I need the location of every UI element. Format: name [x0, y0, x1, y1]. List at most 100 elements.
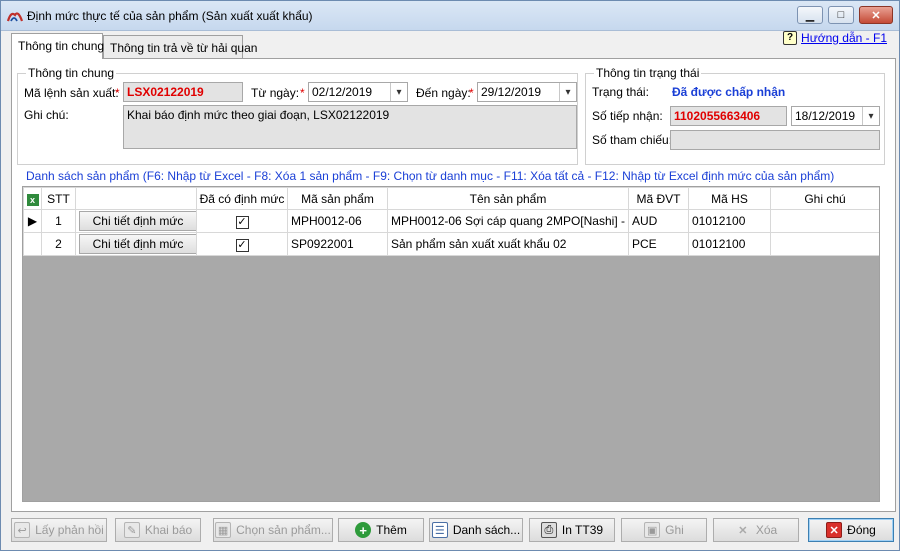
column-header-hs-code[interactable]: Mã HS: [688, 187, 771, 210]
production-order-label: Mã lệnh sản xuất:: [24, 86, 119, 100]
product-name-cell[interactable]: MPH0012-06 Sợi cáp quang 2MPO[Nashi] - […: [387, 209, 629, 233]
title-bar: Định mức thực tế của sản phẩm (Sản xuất …: [1, 1, 899, 31]
reference-field[interactable]: [670, 130, 880, 150]
button-label: Đóng: [847, 523, 876, 537]
button-label: Khai báo: [144, 523, 193, 537]
column-header-stt[interactable]: STT: [41, 187, 76, 210]
get-feedback-button[interactable]: ↩ Lấy phản hồi: [11, 518, 107, 542]
required-marker: *: [469, 86, 474, 100]
select-product-button[interactable]: ▦ Chọn sản phẩm...: [213, 518, 333, 542]
norm-detail-button[interactable]: Chi tiết định mức: [79, 234, 196, 254]
close-button[interactable]: ✕ Đóng: [808, 518, 894, 542]
tab-general-info[interactable]: Thông tin chung: [11, 33, 105, 59]
list-button[interactable]: ☰ Danh sách...: [429, 518, 523, 542]
table-row[interactable]: 2 Chi tiết định mức ✓ SP0922001 Sản phẩm…: [23, 232, 879, 256]
delete-button[interactable]: ✕ Xóa: [713, 518, 799, 542]
main-window: Định mức thực tế của sản phẩm (Sản xuất …: [0, 0, 900, 551]
from-date-value: 02/12/2019: [312, 85, 373, 99]
receipt-no-field[interactable]: 1102055663406: [670, 106, 787, 126]
has-norm-checkbox[interactable]: ✓: [235, 215, 249, 229]
feedback-icon: ↩: [14, 522, 31, 538]
note-cell[interactable]: [770, 209, 879, 233]
select-product-icon: ▦: [215, 522, 232, 538]
maximize-icon: □: [837, 9, 845, 21]
close-icon: ✕: [871, 9, 881, 22]
receipt-no-label: Số tiếp nhận:: [592, 109, 663, 123]
column-header-product-code[interactable]: Mã sản phẩm: [287, 187, 388, 210]
column-header-detail[interactable]: [75, 187, 197, 210]
help-link[interactable]: Hướng dẫn - F1: [801, 31, 887, 45]
state-value: Đã được chấp nhận: [672, 85, 786, 99]
button-label: Ghi: [665, 523, 684, 537]
unit-cell[interactable]: PCE: [628, 232, 689, 256]
note-cell[interactable]: [770, 232, 879, 256]
hs-code-cell[interactable]: 01012100: [688, 209, 771, 233]
chevron-down-icon[interactable]: ▾: [862, 107, 879, 125]
has-norm-cell: ✓: [196, 232, 288, 256]
production-order-field[interactable]: LSX02122019: [123, 82, 243, 102]
print-icon: ⎙: [540, 522, 557, 538]
button-label: Lấy phản hồi: [35, 523, 104, 537]
product-code-cell[interactable]: MPH0012-06: [287, 209, 388, 233]
button-bar: ↩ Lấy phản hồi ✎ Khai báo ▦ Chọn sản phẩ…: [1, 515, 899, 551]
has-norm-checkbox[interactable]: ✓: [235, 238, 249, 252]
required-marker: *: [115, 86, 120, 100]
tab-label: Thông tin trả về từ hải quan: [110, 41, 258, 55]
excel-export-icon[interactable]: x: [23, 187, 42, 210]
product-code-cell[interactable]: SP0922001: [287, 232, 388, 256]
tab-panel-general: Thông tin chung Mã lệnh sản xuất: * LSX0…: [11, 58, 896, 512]
tab-customs-response[interactable]: Thông tin trả về từ hải quan: [103, 35, 257, 59]
list-icon: ☰: [431, 522, 448, 538]
to-date-value: 29/12/2019: [481, 85, 542, 99]
to-date-label: Đến ngày:: [416, 86, 471, 100]
hs-code-cell[interactable]: 01012100: [688, 232, 771, 256]
help-icon: ?: [783, 31, 798, 45]
column-header-has-norm[interactable]: Đã có định mức: [196, 187, 288, 210]
button-label: In TT39: [561, 523, 604, 537]
print-tt39-button[interactable]: ⎙ In TT39: [529, 518, 615, 542]
group-title: Thông tin chung: [26, 66, 117, 80]
column-header-product-name[interactable]: Tên sản phẩm: [387, 187, 629, 210]
unit-cell[interactable]: AUD: [628, 209, 689, 233]
stt-cell: 1: [41, 209, 76, 233]
save-icon: ▣: [644, 522, 661, 538]
note-field[interactable]: Khai báo định mức theo giai đoạn, LSX021…: [123, 105, 577, 149]
column-header-unit[interactable]: Mã ĐVT: [628, 187, 689, 210]
chevron-down-icon[interactable]: ▾: [559, 83, 576, 101]
delete-icon: ✕: [738, 524, 748, 537]
help-link-area[interactable]: ? Hướng dẫn - F1: [783, 31, 887, 45]
button-label: Chọn sản phẩm...: [236, 523, 331, 537]
column-header-note[interactable]: Ghi chú: [770, 187, 879, 210]
tab-label: Thông tin chung: [18, 39, 105, 53]
note-label: Ghi chú:: [24, 108, 69, 122]
table-row[interactable]: ▶ 1 Chi tiết định mức ✓ MPH0012-06 MPH00…: [23, 209, 879, 233]
state-label: Trạng thái:: [592, 85, 649, 99]
required-marker: *: [300, 86, 305, 100]
has-norm-cell: ✓: [196, 209, 288, 233]
from-date-picker[interactable]: 02/12/2019 ▾: [308, 82, 408, 102]
button-label: Xóa: [755, 523, 778, 537]
detail-cell: Chi tiết định mức: [75, 209, 197, 233]
declare-icon: ✎: [123, 522, 140, 538]
from-date-label: Từ ngày:: [251, 86, 300, 100]
current-row-indicator-icon: ▶: [23, 209, 42, 233]
maximize-button[interactable]: □: [828, 6, 854, 24]
chevron-down-icon[interactable]: ▾: [390, 83, 407, 101]
close-icon: ✕: [826, 522, 843, 538]
detail-cell: Chi tiết định mức: [75, 232, 197, 256]
declare-button[interactable]: ✎ Khai báo: [115, 518, 201, 542]
group-title: Thông tin trạng thái: [594, 66, 702, 80]
receipt-date-picker[interactable]: 18/12/2019 ▾: [791, 106, 880, 126]
stt-cell: 2: [41, 232, 76, 256]
product-name-cell[interactable]: Sản phẩm sản xuất xuất khẩu 02: [387, 232, 629, 256]
close-window-button[interactable]: ✕: [859, 6, 893, 24]
save-button[interactable]: ▣ Ghi: [621, 518, 707, 542]
add-icon: +: [355, 522, 372, 538]
grid-header-row: x STT Đã có định mức Mã sản phẩm Tên sản…: [23, 187, 879, 210]
norm-detail-button[interactable]: Chi tiết định mức: [79, 211, 196, 231]
minimize-button[interactable]: ▁: [797, 6, 823, 24]
to-date-picker[interactable]: 29/12/2019 ▾: [477, 82, 577, 102]
receipt-date-value: 18/12/2019: [795, 109, 856, 123]
reference-label: Số tham chiếu:: [592, 133, 673, 147]
add-button[interactable]: + Thêm: [338, 518, 424, 542]
